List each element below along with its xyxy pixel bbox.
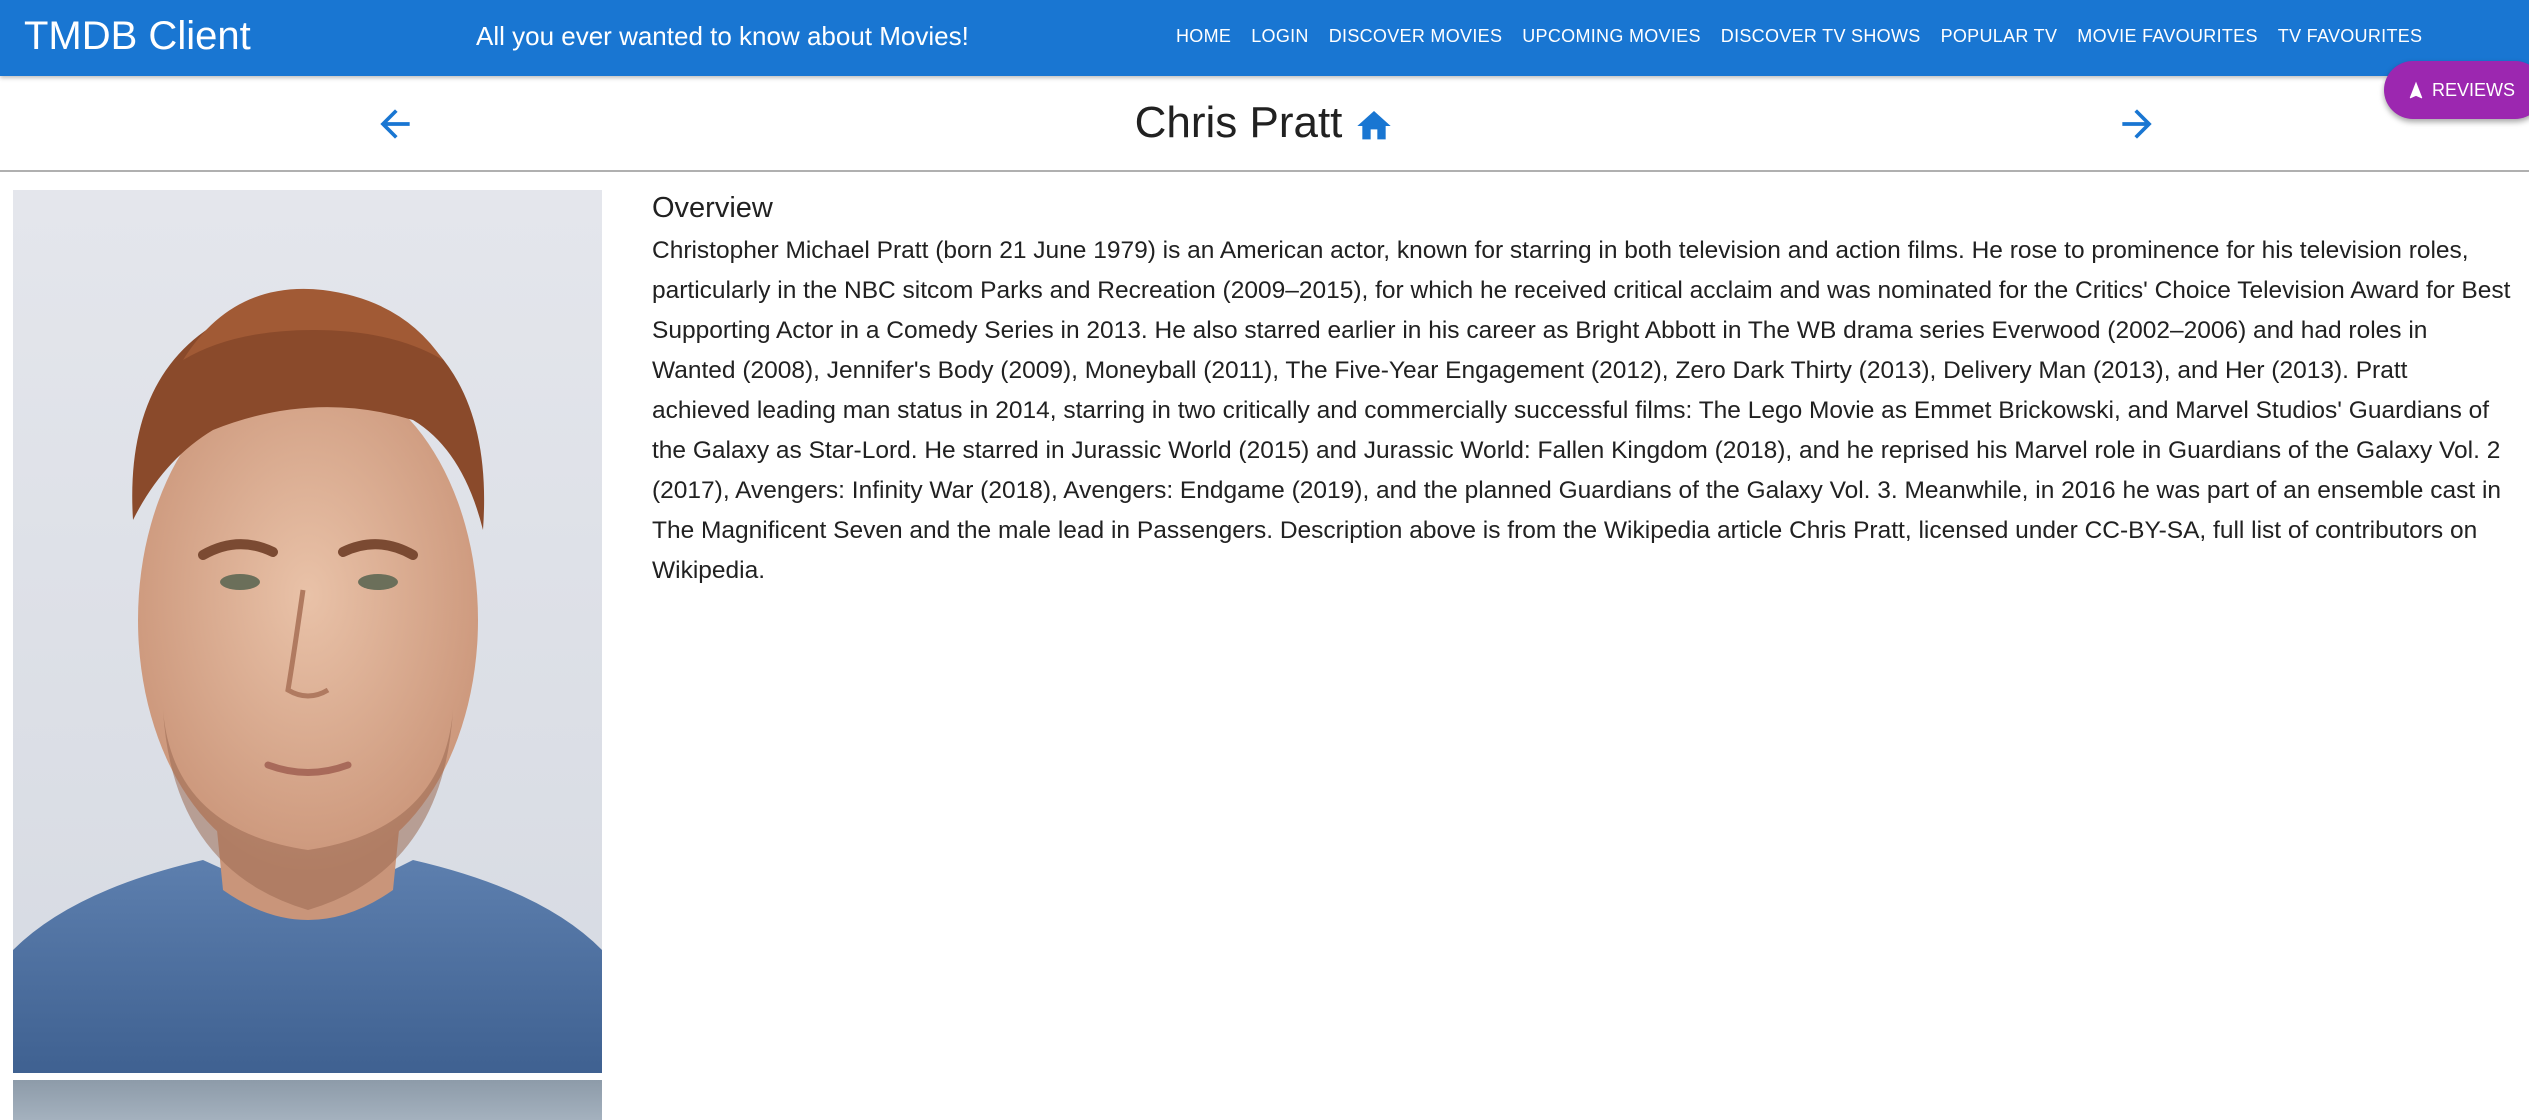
page-header: Chris Pratt [0,76,2529,172]
nav-tv-favourites[interactable]: TV FAVOURITES [2268,18,2433,55]
navigation-icon [2409,81,2423,99]
nav-login[interactable]: LOGIN [1241,18,1319,55]
nav-discover-tv-shows[interactable]: DISCOVER TV SHOWS [1711,18,1931,55]
nav-home[interactable]: HOME [1166,18,1241,55]
tagline: All you ever wanted to know about Movies… [476,21,969,51]
brand-title: TMDB Client [24,14,251,58]
arrow-back-icon[interactable] [373,102,417,146]
overview-heading: Overview [652,192,773,224]
page-title: Chris Pratt [1134,98,1343,147]
arrow-forward-icon[interactable] [2115,102,2159,146]
home-icon[interactable] [1354,106,1394,146]
app-bar: TMDB Client All you ever wanted to know … [0,0,2529,76]
overview-section: Overview Christopher Michael Pratt (born… [652,192,2512,591]
profile-photo [13,190,602,1073]
secondary-photo [13,1080,602,1120]
main-nav: HOME LOGIN DISCOVER MOVIES UPCOMING MOVI… [1166,0,2432,72]
reviews-button-label: REVIEWS [2432,79,2516,100]
nav-upcoming-movies[interactable]: UPCOMING MOVIES [1512,18,1711,55]
reviews-button[interactable]: REVIEWS [2384,61,2529,119]
nav-popular-tv[interactable]: POPULAR TV [1931,18,2068,55]
portrait-illustration [13,190,602,1073]
nav-discover-movies[interactable]: DISCOVER MOVIES [1319,18,1513,55]
nav-movie-favourites[interactable]: MOVIE FAVOURITES [2067,18,2268,55]
overview-text: Christopher Michael Pratt (born 21 June … [652,237,2511,584]
